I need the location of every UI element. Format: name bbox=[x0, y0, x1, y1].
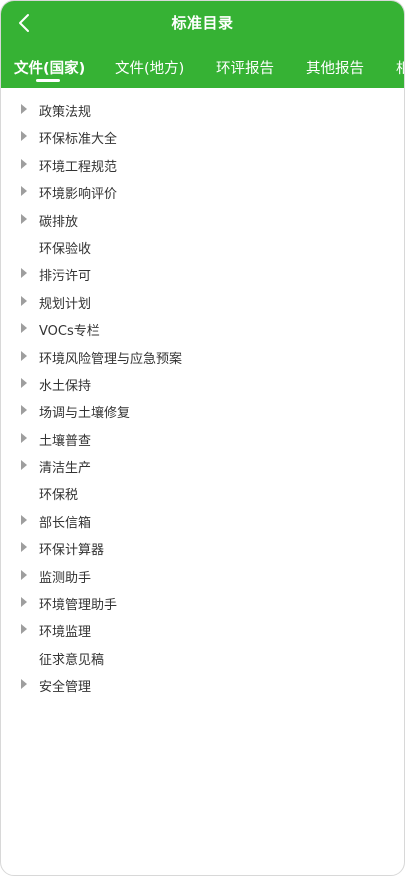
expand-arrow-icon bbox=[21, 295, 27, 306]
list-item[interactable]: 环境监理 bbox=[1, 616, 404, 643]
list-item[interactable]: 安全管理 bbox=[1, 671, 404, 698]
tab-more-clipped[interactable]: 相 bbox=[396, 57, 404, 78]
list-item-label: VOCs专栏 bbox=[39, 324, 100, 340]
list-item-label: 环境风险管理与应急预案 bbox=[39, 351, 183, 367]
list-item-label: 碳排放 bbox=[39, 214, 79, 230]
expand-arrow-icon bbox=[21, 213, 27, 224]
list-item-label: 环境管理助手 bbox=[39, 598, 118, 614]
expand-arrow-icon bbox=[21, 323, 27, 334]
expand-arrow-icon bbox=[21, 158, 27, 169]
page-title: 标准目录 bbox=[171, 14, 234, 32]
expand-arrow-icon bbox=[21, 186, 27, 197]
list-item[interactable]: VOCs专栏 bbox=[1, 315, 404, 342]
list-item[interactable]: 监测助手 bbox=[1, 562, 404, 589]
list-item-label: 水土保持 bbox=[39, 378, 92, 394]
list-item-label: 环境影响评价 bbox=[39, 187, 118, 203]
expand-arrow-icon bbox=[21, 679, 27, 690]
list-item[interactable]: 环境工程规范 bbox=[1, 151, 404, 178]
expand-arrow-icon bbox=[21, 542, 27, 553]
category-tabs: 文件(国家) 文件(地方) 环评报告 其他报告 相 bbox=[1, 53, 404, 83]
list-item[interactable]: 环保税 bbox=[1, 479, 404, 506]
expand-arrow-icon bbox=[21, 350, 27, 361]
list-item-label: 场调与土壤修复 bbox=[39, 406, 131, 422]
list-item-label: 安全管理 bbox=[39, 680, 92, 696]
list-item-label: 规划计划 bbox=[39, 296, 92, 312]
list-item[interactable]: 清洁生产 bbox=[1, 452, 404, 479]
list-item-label: 部长信箱 bbox=[39, 515, 92, 531]
list-item-label: 监测助手 bbox=[39, 570, 92, 586]
list-item[interactable]: 政策法规 bbox=[1, 96, 404, 123]
list-item[interactable]: 碳排放 bbox=[1, 206, 404, 233]
expand-arrow-icon bbox=[21, 569, 27, 580]
expand-arrow-icon bbox=[21, 131, 27, 142]
list-item-label: 环境监理 bbox=[39, 625, 92, 641]
tab-other-reports[interactable]: 其他报告 bbox=[306, 57, 364, 78]
list-item[interactable]: 环境管理助手 bbox=[1, 589, 404, 616]
list-item-label: 土壤普查 bbox=[39, 433, 92, 449]
list-item[interactable]: 场调与土壤修复 bbox=[1, 397, 404, 424]
expand-arrow-icon bbox=[21, 405, 27, 416]
tab-national-documents[interactable]: 文件(国家) bbox=[14, 57, 85, 78]
expand-arrow-icon bbox=[21, 597, 27, 608]
list-item[interactable]: 环保计算器 bbox=[1, 534, 404, 561]
list-item-label: 环保税 bbox=[39, 488, 79, 504]
list-item[interactable]: 水土保持 bbox=[1, 370, 404, 397]
list-item-label: 环保计算器 bbox=[39, 543, 105, 559]
app-frame: 标准目录 文件(国家) 文件(地方) 环评报告 其他报告 相 政策法规环保标准大… bbox=[0, 0, 405, 876]
expand-arrow-icon bbox=[21, 432, 27, 443]
list-item[interactable]: 征求意见稿 bbox=[1, 644, 404, 671]
list-item-label: 环境工程规范 bbox=[39, 159, 118, 175]
tab-local-documents[interactable]: 文件(地方) bbox=[115, 57, 184, 78]
header-bar: 标准目录 文件(国家) 文件(地方) 环评报告 其他报告 相 bbox=[1, 1, 404, 88]
list-item-label: 征求意见稿 bbox=[39, 652, 105, 668]
list-item-label: 政策法规 bbox=[39, 105, 92, 120]
list-item[interactable]: 规划计划 bbox=[1, 288, 404, 315]
list-item-label: 环保验收 bbox=[39, 241, 92, 257]
list-item[interactable]: 土壤普查 bbox=[1, 425, 404, 452]
expand-arrow-icon bbox=[21, 460, 27, 471]
active-tab-indicator bbox=[36, 79, 60, 82]
expand-arrow-icon bbox=[21, 514, 27, 525]
list-item[interactable]: 部长信箱 bbox=[1, 507, 404, 534]
expand-arrow-icon bbox=[21, 104, 27, 114]
list-item-label: 环保标准大全 bbox=[39, 132, 118, 148]
list-item-label: 排污许可 bbox=[39, 269, 92, 285]
list-item[interactable]: 环境风险管理与应急预案 bbox=[1, 343, 404, 370]
tab-eia-reports[interactable]: 环评报告 bbox=[216, 57, 274, 78]
expand-arrow-icon bbox=[21, 268, 27, 279]
expand-arrow-icon bbox=[21, 624, 27, 635]
list-item[interactable]: 排污许可 bbox=[1, 260, 404, 287]
list-item[interactable]: 环保标准大全 bbox=[1, 123, 404, 150]
list-item[interactable]: 环境影响评价 bbox=[1, 178, 404, 205]
list-item[interactable]: 环保验收 bbox=[1, 233, 404, 260]
list-item-label: 清洁生产 bbox=[39, 461, 92, 477]
category-list: 政策法规环保标准大全 环境工程规范 环境影响评价 碳排放环保验收排污许可规划计划 VOC… bbox=[1, 96, 404, 699]
expand-arrow-icon bbox=[21, 377, 27, 388]
